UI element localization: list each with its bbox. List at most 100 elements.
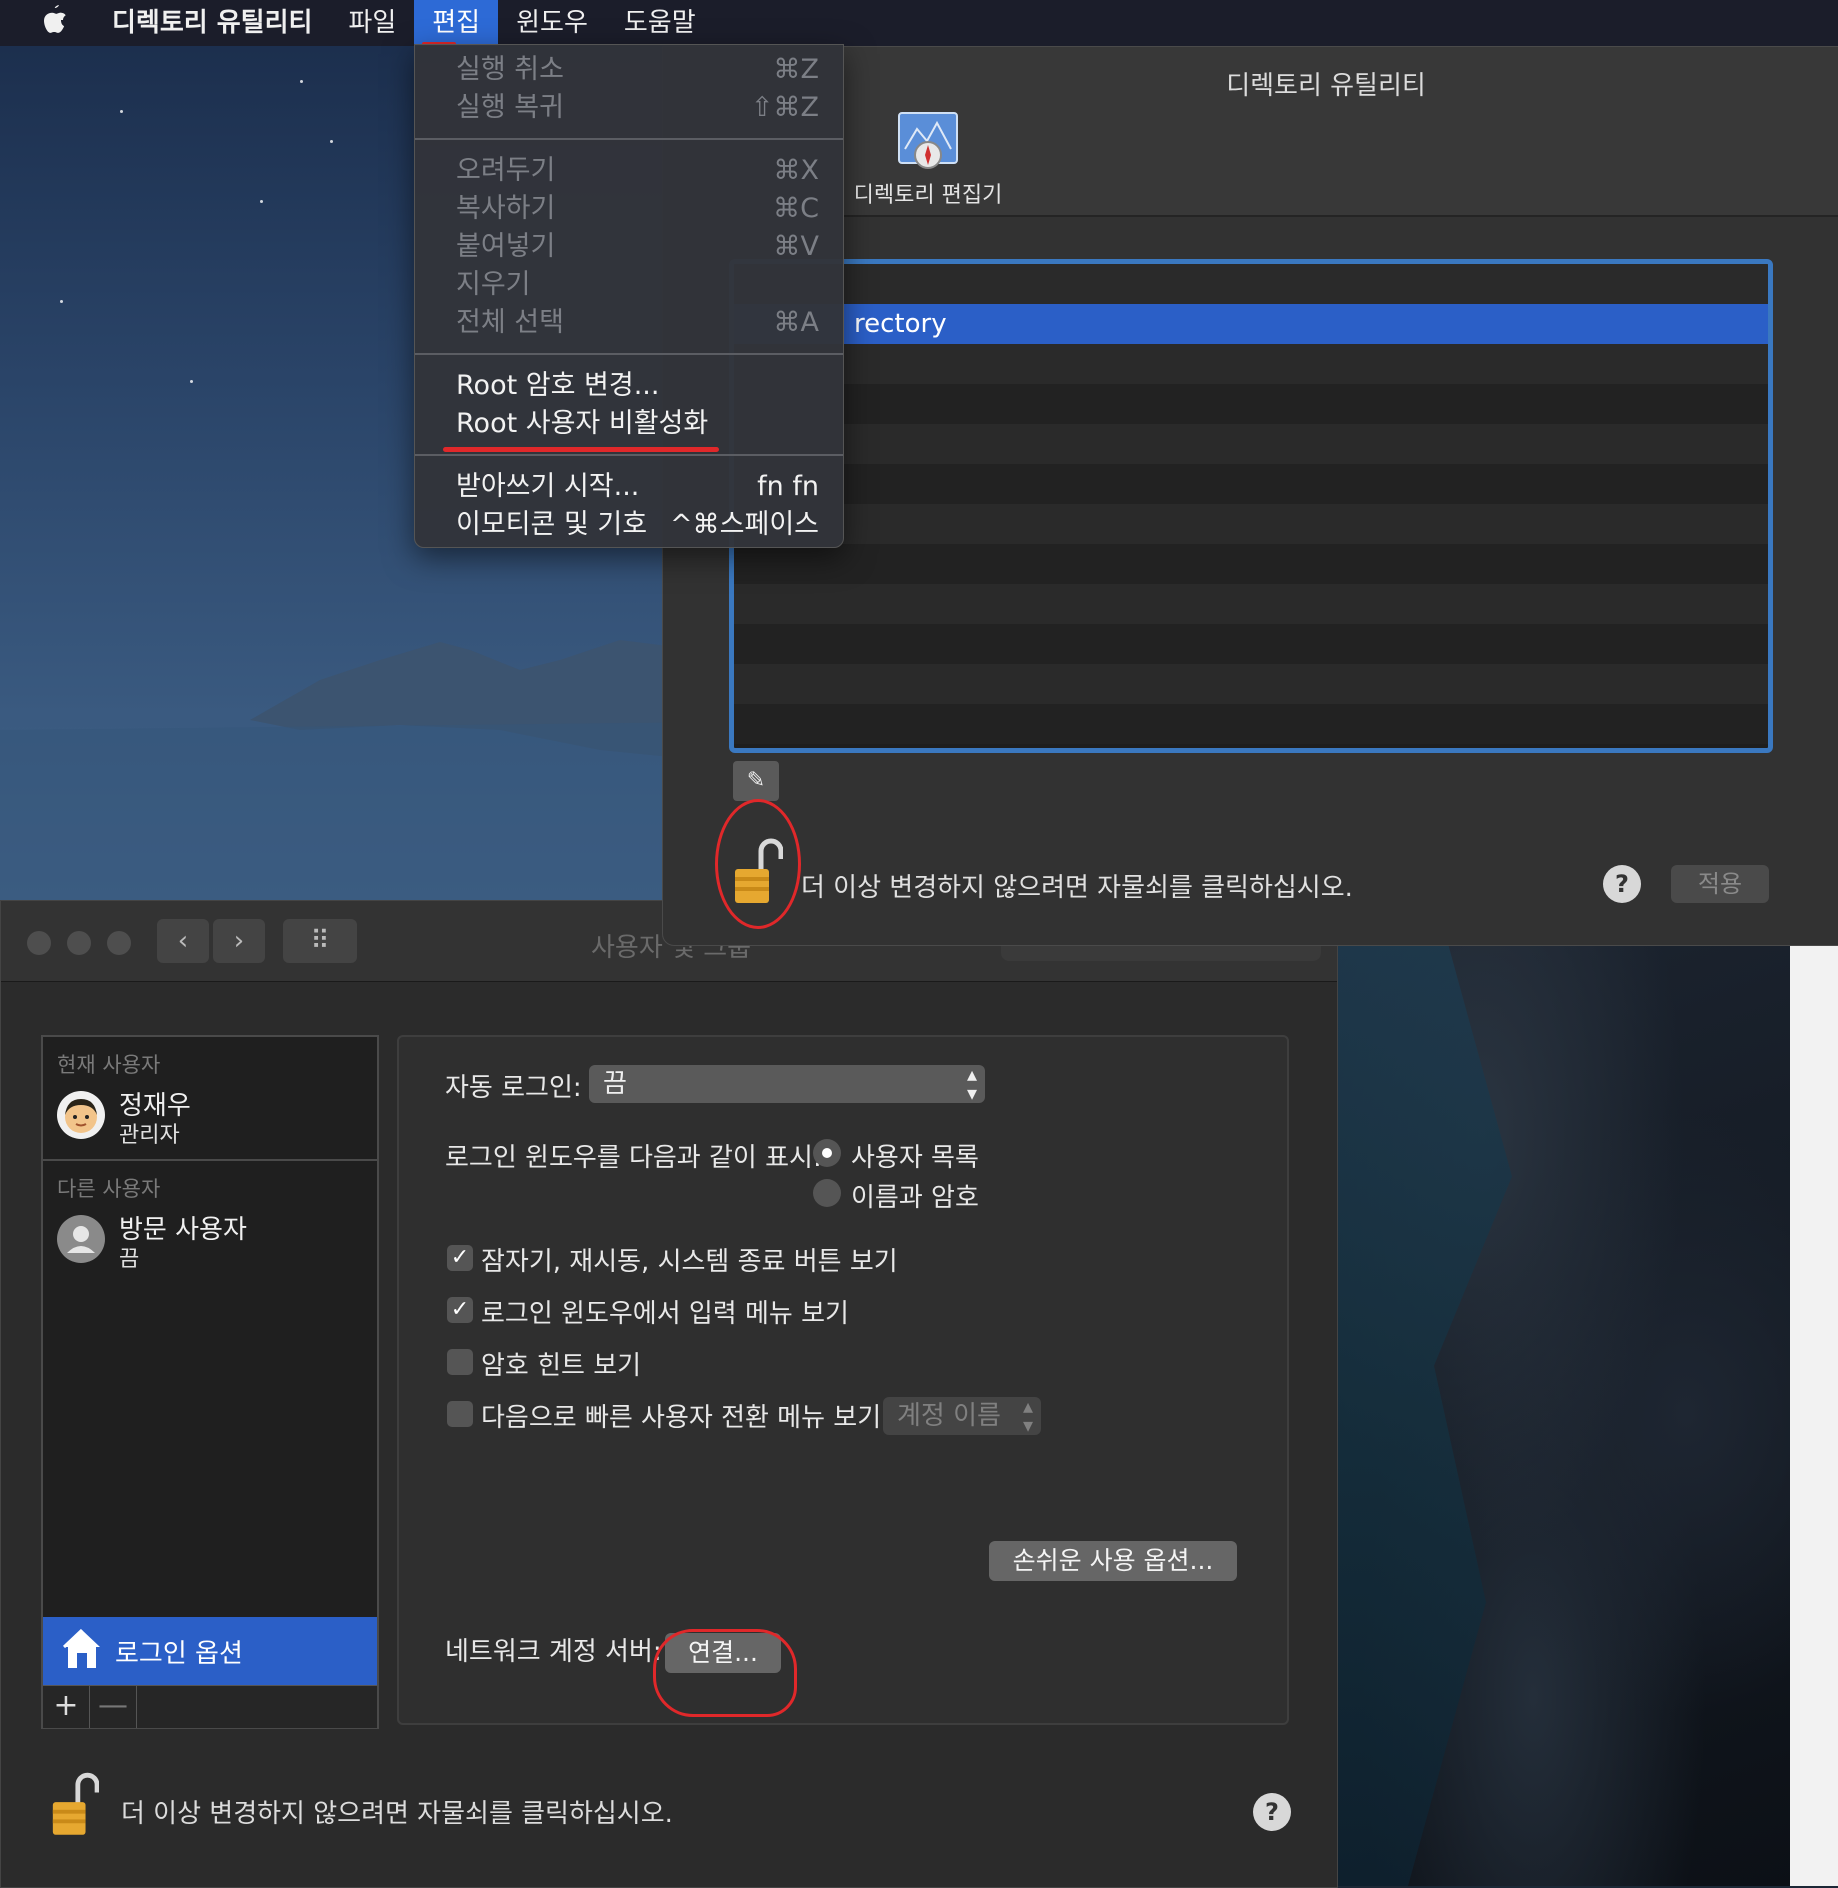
menu-item-label: Root 사용자 비활성화 [456,408,709,439]
list-row[interactable] [734,624,1768,664]
menu-item-disable-root-user[interactable]: Root 사용자 비활성화 [415,405,843,443]
menu-item-label: Root 암호 변경... [456,370,660,401]
list-row[interactable] [734,464,1768,504]
edit-pencil-button[interactable]: ✎ [733,761,779,801]
menu-edit[interactable]: 편집 [414,0,499,46]
menu-item-label: 받아쓰기 시작... [456,471,640,502]
menu-item-start-dictation[interactable]: 받아쓰기 시작... fn fn [415,468,843,506]
menu-item-label: 복사하기 [456,193,556,224]
menu-item-shortcut: ⇧⌘Z [750,92,819,123]
popup-value: 끔 [603,1069,627,1099]
list-row-selected[interactable]: rectory [734,304,1768,344]
house-icon [61,1627,103,1671]
list-row[interactable] [734,544,1768,584]
auto-login-label: 자동 로그인: [445,1073,582,1103]
checkbox-show-password-hints[interactable] [447,1349,473,1375]
radio-label: 사용자 목록 [851,1143,979,1173]
menu-item-label: 오려두기 [456,155,556,186]
remove-user-button[interactable]: — [90,1686,137,1728]
menu-item-copy[interactable]: 복사하기 ⌘C [415,190,843,228]
menu-item-shortcut: ⌘Z [773,54,820,85]
menu-item-label: 지우기 [456,269,531,300]
checkbox-label: 암호 힌트 보기 [481,1351,642,1381]
edit-menu-dropdown: 실행 취소 ⌘Z 실행 복귀 ⇧⌘Z 오려두기 ⌘X 복사하기 ⌘C 붙여넣기 … [414,44,844,548]
menu-item-redo[interactable]: 실행 복귀 ⇧⌘Z [415,89,843,127]
menu-item-undo[interactable]: 실행 취소 ⌘Z [415,51,843,89]
list-row[interactable] [734,424,1768,464]
show-all-grid-button[interactable]: ⠿ [283,919,357,963]
menu-item-shortcut: ⌘C [773,193,819,224]
checkbox-label: 다음으로 빠른 사용자 전환 메뉴 보기: [481,1403,890,1433]
auto-login-popup[interactable]: 끔 ▴ ▾ [589,1064,985,1103]
directory-services-list: rectory [729,259,1773,753]
user-row-current[interactable]: 정재우 관리자 [43,1079,377,1153]
help-button[interactable]: ? [1603,865,1641,903]
checkbox-label: 잠자기, 재시동, 시스템 종료 버튼 보기 [481,1247,898,1277]
login-options-item[interactable]: 로그인 옵션 [43,1617,377,1685]
login-options-label: 로그인 옵션 [115,1639,243,1669]
menu-item-cut[interactable]: 오려두기 ⌘X [415,152,843,190]
menu-file[interactable]: 파일 [330,0,414,46]
list-row[interactable] [734,584,1768,624]
list-row[interactable] [734,264,1768,304]
user-list-toolbar: + — [43,1685,377,1728]
checkbox-fast-user-switching[interactable] [447,1401,473,1427]
apply-button[interactable]: 적용 [1671,865,1769,903]
menu-item-emoji-symbols[interactable]: 이모티콘 및 기호 ^⌘스페이스 [415,506,843,544]
star [300,80,303,83]
lock-hint-text: 더 이상 변경하지 않으려면 자물쇠를 클릭하십시오. [801,873,1353,903]
menu-item-paste[interactable]: 붙여넣기 ⌘V [415,228,843,266]
radio-user-list[interactable] [813,1139,841,1167]
star [60,300,63,303]
menu-item-label: 이모티콘 및 기호 [456,509,648,540]
menu-item-delete[interactable]: 지우기 [415,266,843,304]
menu-item-select-all[interactable]: 전체 선택 ⌘A [415,304,843,342]
user-status: 끔 [119,1247,140,1272]
menu-window[interactable]: 윈도우 [498,0,606,46]
menu-separator [415,353,843,355]
list-row[interactable] [734,384,1768,424]
menu-item-label: 실행 복귀 [456,92,564,123]
menu-item-change-root-password[interactable]: Root 암호 변경... [415,367,843,405]
menu-help[interactable]: 도움말 [606,0,714,46]
annotation-underline [443,447,719,452]
fast-switch-popup[interactable]: 계정 이름 ▴ ▾ [883,1396,1041,1435]
accessibility-options-button[interactable]: 손쉬운 사용 옵션... [989,1541,1237,1581]
close-window-button[interactable] [27,931,51,955]
checkbox-show-input-menu[interactable]: ✓ [447,1297,473,1323]
checkbox-show-power-buttons[interactable]: ✓ [447,1245,473,1271]
star [330,140,333,143]
unlocked-lock-icon[interactable] [49,1771,100,1839]
list-row[interactable] [734,344,1768,384]
star [190,380,193,383]
user-list-panel: 현재 사용자 정재우 관리자 다른 사용자 방문 사용자 끔 로그인 옵션 + … [41,1035,379,1729]
network-account-server-label: 네트워크 계정 서버: [445,1637,662,1667]
zoom-window-button[interactable] [107,931,131,955]
minimize-window-button[interactable] [67,931,91,955]
list-row[interactable] [734,664,1768,704]
annotation-circle [653,1629,797,1717]
section-header: 현재 사용자 [57,1053,161,1077]
radio-name-and-password[interactable] [813,1179,841,1207]
list-row[interactable] [734,504,1768,544]
menu-separator [415,454,843,456]
user-role: 관리자 [119,1123,180,1148]
toolbar-item-label: 디렉토리 편집기 [853,183,1003,208]
help-button[interactable]: ? [1253,1793,1291,1831]
star [120,110,123,113]
checkbox-label: 로그인 윈도우에서 입력 메뉴 보기 [481,1299,849,1329]
back-button[interactable]: ‹ [157,919,209,963]
user-row-guest[interactable]: 방문 사용자 끔 [43,1203,377,1277]
annotation-circle [715,799,801,929]
apple-icon[interactable] [40,3,94,43]
section-header: 다른 사용자 [57,1177,161,1201]
guest-avatar-icon [57,1215,105,1263]
login-options-panel: 자동 로그인: 끔 ▴ ▾ 로그인 윈도우를 다음과 같이 표시: 사용자 목록 … [397,1035,1289,1725]
forward-button[interactable]: › [213,919,265,963]
toolbar-directory-editor[interactable]: 디렉토리 편집기 [853,109,1003,209]
menu-app-name[interactable]: 디렉토리 유틸리티 [94,0,330,46]
add-user-button[interactable]: + [43,1686,90,1728]
lock-hint-text: 더 이상 변경하지 않으려면 자물쇠를 클릭하십시오. [121,1799,673,1829]
menu-item-label: 붙여넣기 [456,231,556,262]
list-row[interactable] [734,704,1768,744]
